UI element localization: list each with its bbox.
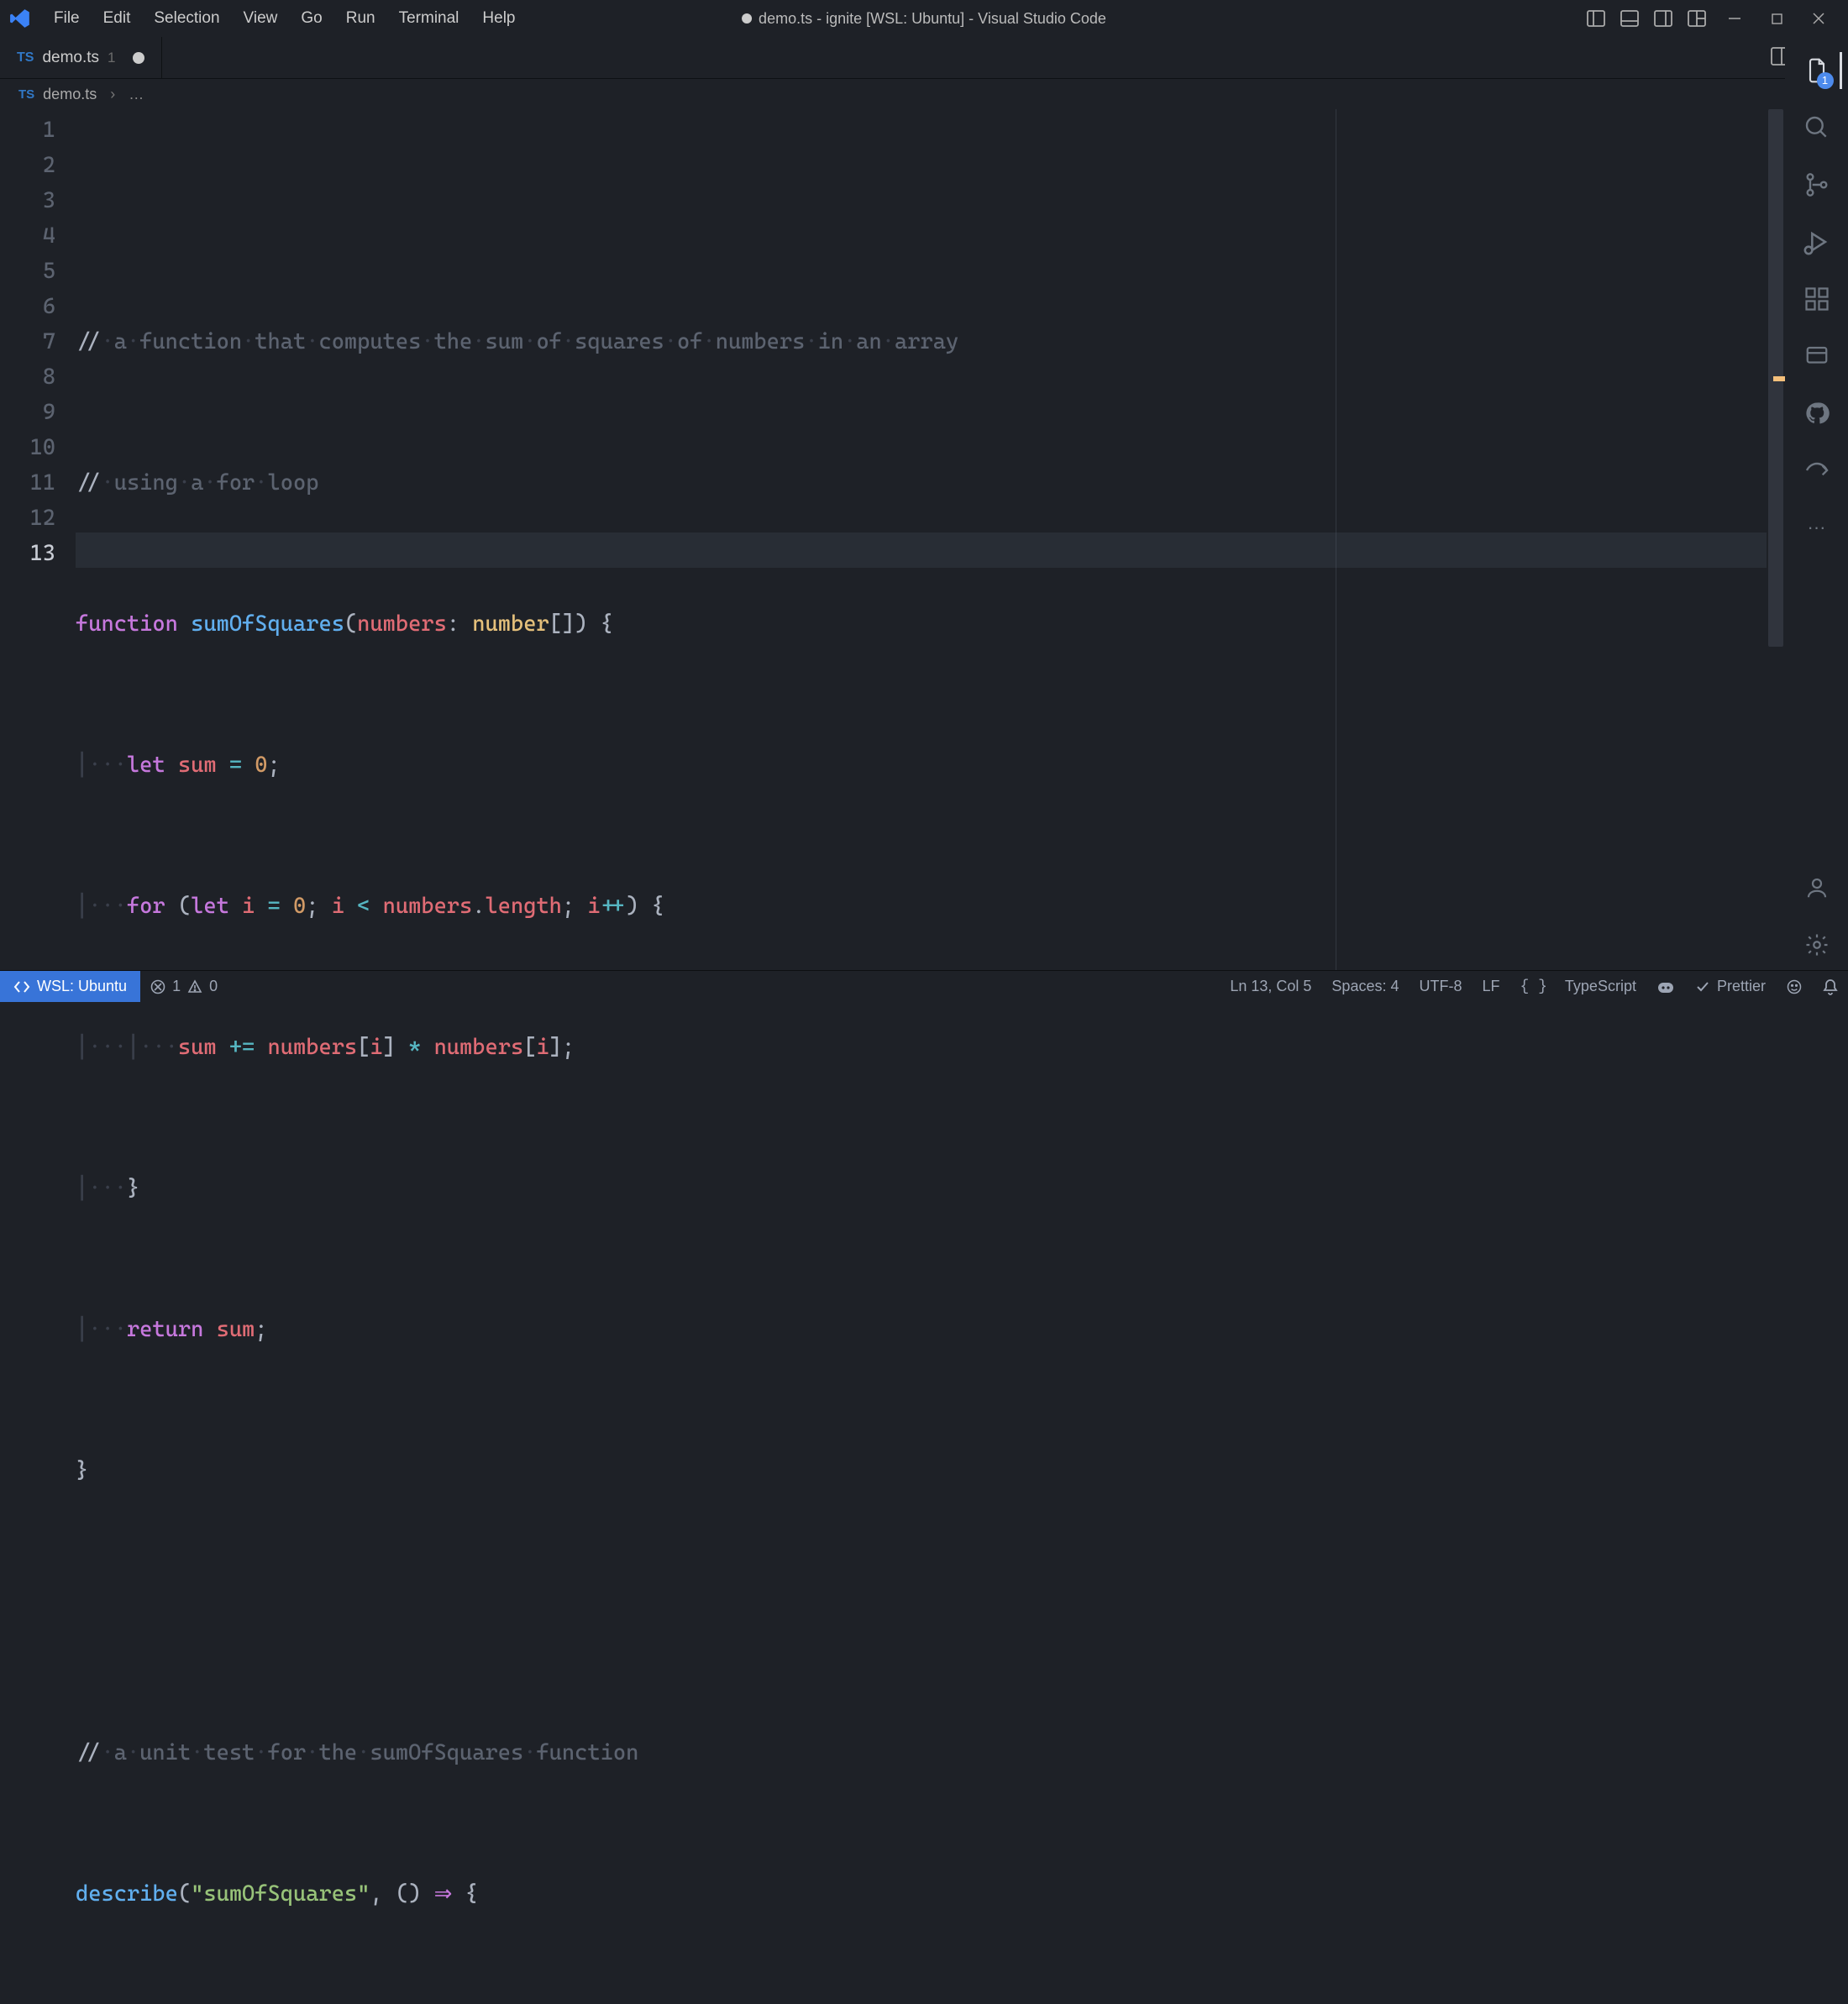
tab-dirty-indicator-icon bbox=[133, 52, 144, 64]
breadcrumb-ellipsis: … bbox=[129, 86, 144, 103]
maximize-button[interactable] bbox=[1756, 2, 1798, 35]
close-button[interactable] bbox=[1798, 2, 1840, 35]
accounts-activity-icon[interactable] bbox=[1792, 863, 1842, 913]
menu-selection[interactable]: Selection bbox=[142, 4, 231, 33]
eol-status[interactable]: LF bbox=[1472, 978, 1509, 995]
source-control-activity-icon[interactable] bbox=[1792, 160, 1842, 210]
editor-content[interactable]: //·a·function·that·computes·the·sum·of·s… bbox=[76, 109, 1767, 970]
minimize-button[interactable] bbox=[1714, 2, 1756, 35]
menu-file[interactable]: File bbox=[42, 4, 92, 33]
breadcrumb-filename: demo.ts bbox=[43, 86, 97, 103]
dirty-dot-icon bbox=[742, 13, 752, 24]
tab-demo-ts[interactable]: TS demo.ts 1 bbox=[0, 37, 162, 78]
notifications-status-icon[interactable] bbox=[1813, 978, 1848, 995]
settings-activity-icon[interactable] bbox=[1792, 920, 1842, 970]
title-bar: File Edit Selection View Go Run Terminal… bbox=[0, 0, 1848, 37]
github-activity-icon[interactable] bbox=[1792, 388, 1842, 438]
encoding-status[interactable]: UTF-8 bbox=[1409, 978, 1472, 995]
tab-problem-count: 1 bbox=[108, 50, 115, 66]
activity-bar: 1 ··· bbox=[1785, 37, 1848, 970]
menu-run[interactable]: Run bbox=[334, 4, 387, 33]
customize-layout-icon[interactable] bbox=[1680, 2, 1714, 35]
status-bar: WSL: Ubuntu 1 0 Ln 13, Col 5 Spaces: 4 U… bbox=[0, 970, 1848, 1002]
typescript-file-icon: TS bbox=[17, 50, 34, 66]
extensions-activity-icon[interactable] bbox=[1792, 274, 1842, 324]
active-line-highlight bbox=[76, 532, 1767, 568]
search-activity-icon[interactable] bbox=[1792, 102, 1842, 153]
overview-ruler[interactable] bbox=[1767, 109, 1785, 970]
warning-marker-icon[interactable] bbox=[1773, 376, 1785, 381]
explorer-activity-icon[interactable]: 1 bbox=[1792, 45, 1842, 96]
toggle-panel-icon[interactable] bbox=[1613, 2, 1646, 35]
toggle-primary-sidebar-icon[interactable] bbox=[1579, 2, 1613, 35]
run-debug-activity-icon[interactable] bbox=[1792, 217, 1842, 267]
vscode-logo-icon bbox=[8, 7, 32, 30]
problems-status[interactable]: 1 0 bbox=[140, 971, 228, 1002]
breadcrumb[interactable]: TS demo.ts … bbox=[0, 79, 1848, 109]
menu-view[interactable]: View bbox=[232, 4, 290, 33]
menu-terminal[interactable]: Terminal bbox=[387, 4, 471, 33]
menu-edit[interactable]: Edit bbox=[92, 4, 143, 33]
remote-indicator[interactable]: WSL: Ubuntu bbox=[0, 971, 140, 1002]
line-number-gutter: 1 2 3 4 5 6 7 8 9 10 11 12 13 bbox=[0, 109, 76, 970]
live-share-activity-icon[interactable] bbox=[1792, 445, 1842, 496]
menu-bar: File Edit Selection View Go Run Terminal… bbox=[42, 4, 528, 33]
feedback-status-icon[interactable] bbox=[1776, 978, 1813, 995]
menu-go[interactable]: Go bbox=[289, 4, 333, 33]
more-views-icon[interactable]: ··· bbox=[1792, 502, 1842, 553]
explorer-badge: 1 bbox=[1817, 72, 1834, 89]
editor-tabs: TS demo.ts 1 ··· bbox=[0, 37, 1848, 79]
language-mode-status[interactable]: { } TypeScript bbox=[1510, 978, 1646, 995]
chevron-right-icon bbox=[105, 86, 120, 103]
window-title-text: demo.ts - ignite [WSL: Ubuntu] - Visual … bbox=[759, 10, 1106, 28]
remote-name: WSL: Ubuntu bbox=[37, 978, 127, 995]
typescript-file-icon: TS bbox=[18, 87, 34, 102]
tab-filename: demo.ts bbox=[42, 49, 99, 67]
indentation-status[interactable]: Spaces: 4 bbox=[1321, 978, 1409, 995]
cursor-position-status[interactable]: Ln 13, Col 5 bbox=[1220, 978, 1321, 995]
menu-help[interactable]: Help bbox=[470, 4, 527, 33]
toggle-secondary-sidebar-icon[interactable] bbox=[1646, 2, 1680, 35]
prettier-status[interactable]: Prettier bbox=[1685, 978, 1776, 995]
remote-explorer-activity-icon[interactable] bbox=[1792, 331, 1842, 381]
copilot-status-icon[interactable] bbox=[1646, 978, 1685, 995]
editor-group: 1 2 3 4 5 6 7 8 9 10 11 12 13 //·a·funct… bbox=[0, 109, 1785, 970]
window-title: demo.ts - ignite [WSL: Ubuntu] - Visual … bbox=[742, 10, 1106, 28]
